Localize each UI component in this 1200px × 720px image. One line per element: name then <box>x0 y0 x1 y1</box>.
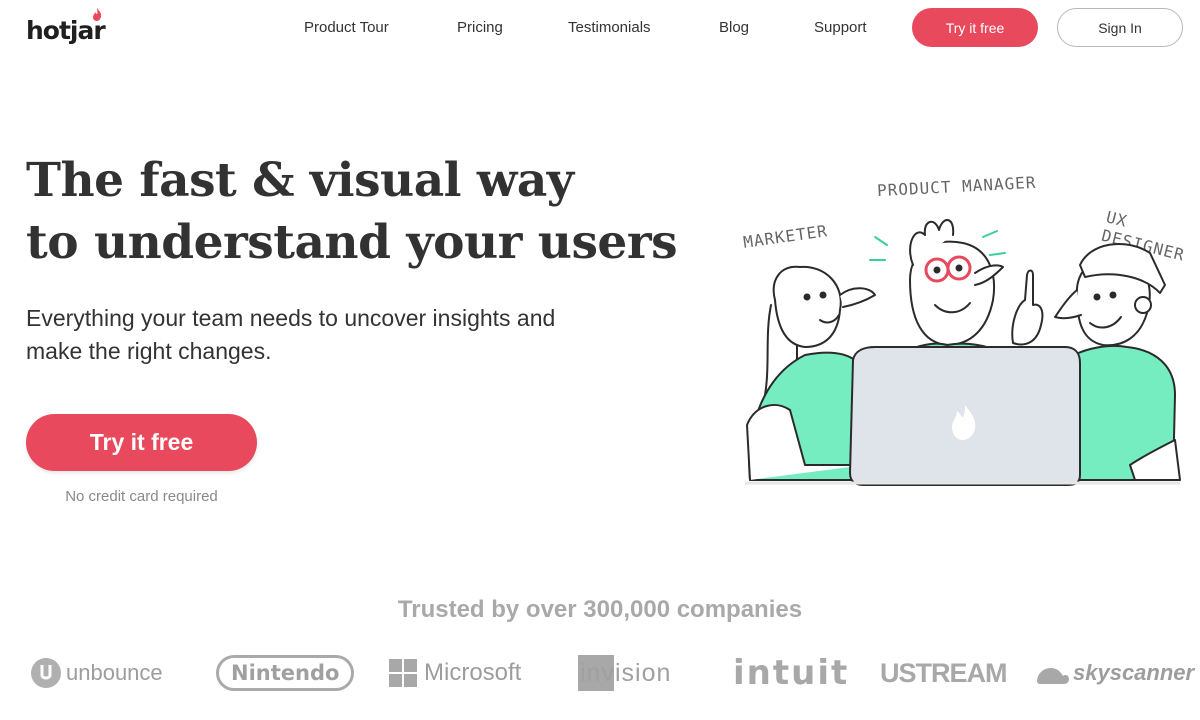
try-it-free-nav-button[interactable]: Try it free <box>912 8 1038 47</box>
nav-link-product-tour[interactable]: Product Tour <box>304 19 389 36</box>
top-nav: hotjar Product Tour Pricing Testimonials… <box>0 0 1200 58</box>
team-illustration: MARKETER PRODUCT MANAGER UX DESIGNER <box>735 165 1187 495</box>
ustream-logo: USTREAM <box>880 648 1007 698</box>
microsoft-wordmark: Microsoft <box>424 659 522 686</box>
sign-in-button[interactable]: Sign In <box>1057 8 1183 47</box>
nav-link-support[interactable]: Support <box>814 19 867 36</box>
ustream-wordmark: USTREAM <box>880 657 1007 688</box>
unbounce-logo: unbounce <box>30 648 163 698</box>
trusted-by-heading: Trusted by over 300,000 companies <box>397 596 803 623</box>
invision-wordmark: invision <box>580 658 672 687</box>
customer-logos: unbounce Nintendo Microsoft invision int… <box>0 648 1200 698</box>
try-it-free-hero-button[interactable]: Try it free <box>26 414 257 471</box>
people-drawing <box>745 219 1181 486</box>
headline-highlight: understand your users <box>93 212 678 274</box>
no-credit-card-note: No credit card required <box>65 488 218 505</box>
nintendo-wordmark: Nintendo <box>216 655 355 691</box>
hero-headline: The fast & visual way to understand your… <box>26 150 678 274</box>
intuit-wordmark: intuit <box>733 653 850 693</box>
skyscanner-icon <box>1037 668 1069 684</box>
headline-line-1: The fast & visual way <box>26 153 574 208</box>
headline-highlight-text: understand your users <box>93 215 678 270</box>
headline-to: to <box>26 215 79 270</box>
skyscanner-logo: skyscanner <box>1035 648 1194 698</box>
microsoft-logo: Microsoft <box>389 648 521 698</box>
intuit-logo: intuit <box>733 648 849 698</box>
unbounce-wordmark: unbounce <box>66 660 163 685</box>
invision-logo: invision <box>578 648 671 698</box>
headline-line-2: to understand your users <box>26 212 678 274</box>
microsoft-icon <box>389 659 417 687</box>
nav-link-blog[interactable]: Blog <box>719 19 749 36</box>
hotjar-logo[interactable]: hotjar <box>26 8 106 50</box>
flame-icon <box>93 8 102 21</box>
hero-subheading: Everything your team needs to uncover in… <box>26 305 556 364</box>
nav-link-pricing[interactable]: Pricing <box>457 19 503 36</box>
nav-link-testimonials[interactable]: Testimonials <box>568 19 651 36</box>
nintendo-logo: Nintendo <box>216 648 355 698</box>
unbounce-icon <box>31 658 61 688</box>
skyscanner-wordmark: skyscanner <box>1073 660 1195 685</box>
